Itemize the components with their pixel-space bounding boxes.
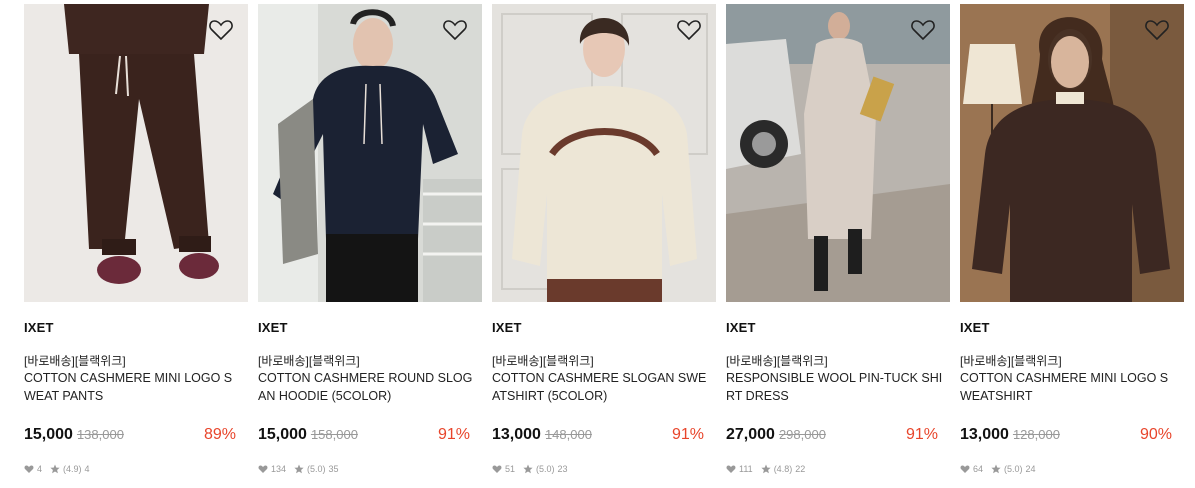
rating: (4.8) (773, 464, 793, 474)
price-row: 15,000 138,000 89% (24, 426, 236, 448)
product-image[interactable] (960, 4, 1184, 302)
review-count: 22 (795, 464, 806, 474)
sweatshirt-photo (492, 4, 716, 302)
heart-icon[interactable] (208, 18, 234, 42)
review-count: 35 (328, 464, 339, 474)
original-price: 298,000 (778, 427, 826, 442)
product-meta: 111 (4.8) 22 (726, 464, 805, 474)
star-icon (50, 464, 60, 474)
like-count: 51 (505, 464, 516, 474)
sale-price: 13,000 (492, 426, 541, 443)
product-meta: 4 (4.9) 4 (24, 464, 90, 474)
brand-name[interactable]: IXET (258, 320, 288, 335)
product-card[interactable]: IXET [바로배송][블랙위크] COTTON CASHMERE ROUND … (258, 4, 482, 484)
heart-icon[interactable] (442, 18, 468, 42)
product-name[interactable]: RESPONSIBLE WOOL PIN-TUCK SHIRT DRESS (726, 369, 944, 405)
like-count: 111 (739, 464, 753, 474)
product-card[interactable]: IXET [바로배송][블랙위크] COTTON CASHMERE MINI L… (960, 4, 1184, 484)
product-image[interactable] (24, 4, 248, 302)
product-image[interactable] (492, 4, 716, 302)
rating: (5.0) (307, 464, 326, 474)
discount-rate: 90% (1139, 426, 1172, 443)
discount-rate: 91% (905, 426, 938, 443)
review-count: 23 (557, 464, 568, 474)
like-count: 64 (973, 464, 984, 474)
sale-price: 13,000 (960, 426, 1009, 443)
like-count-icon (258, 465, 268, 473)
price-row: 27,000 298,000 91% (726, 426, 938, 448)
rating: (5.0) (536, 464, 555, 474)
promo-tag: [바로배송][블랙위크] (960, 354, 1062, 368)
promo-tag: [바로배송][블랙위크] (258, 354, 360, 368)
product-grid: IXET [바로배송][블랙위크] COTTON CASHMERE MINI L… (0, 0, 1195, 488)
product-card[interactable]: IXET [바로배송][블랙위크] COTTON CASHMERE SLOGAN… (492, 4, 716, 484)
rating: (5.0) (1004, 464, 1023, 474)
heart-icon[interactable] (1144, 18, 1170, 42)
heart-icon[interactable] (676, 18, 702, 42)
like-count-icon (726, 465, 736, 473)
sale-price: 27,000 (726, 426, 775, 443)
heart-icon[interactable] (910, 18, 936, 42)
review-count: 4 (84, 464, 90, 474)
product-meta: 134 (5.0) 35 (258, 464, 339, 474)
product-name[interactable]: COTTON CASHMERE ROUND SLOGAN HOODIE (5CO… (258, 369, 476, 405)
sweatshirt-brown-photo (960, 4, 1184, 302)
shirt-dress-photo (726, 4, 950, 302)
product-image[interactable] (726, 4, 950, 302)
product-meta: 64 (5.0) 24 (960, 464, 1036, 474)
star-icon (761, 464, 771, 474)
discount-rate: 89% (203, 426, 236, 443)
promo-tag: [바로배송][블랙위크] (726, 354, 828, 368)
original-price: 138,000 (76, 427, 124, 442)
product-name[interactable]: COTTON CASHMERE MINI LOGO SWEAT PANTS (24, 369, 242, 405)
promo-tag: [바로배송][블랙위크] (24, 354, 126, 368)
promo-tag: [바로배송][블랙위크] (492, 354, 594, 368)
original-price: 158,000 (310, 427, 358, 442)
sale-price: 15,000 (258, 426, 307, 443)
review-count: 24 (1025, 464, 1036, 474)
brand-name[interactable]: IXET (492, 320, 522, 335)
like-count: 4 (37, 464, 43, 474)
rating: (4.9) (63, 464, 82, 474)
product-name[interactable]: COTTON CASHMERE SLOGAN SWEATSHIRT (5COLO… (492, 369, 710, 405)
discount-rate: 91% (437, 426, 470, 443)
like-count-icon (492, 465, 502, 473)
product-meta: 51 (5.0) 23 (492, 464, 568, 474)
like-count-icon (24, 465, 34, 473)
brand-name[interactable]: IXET (726, 320, 756, 335)
product-image[interactable] (258, 4, 482, 302)
price-row: 13,000 128,000 90% (960, 426, 1172, 448)
brand-name[interactable]: IXET (24, 320, 54, 335)
discount-rate: 91% (671, 426, 704, 443)
product-name[interactable]: COTTON CASHMERE MINI LOGO SWEATSHIRT (960, 369, 1178, 405)
star-icon (991, 464, 1001, 474)
original-price: 148,000 (544, 427, 592, 442)
hoodie-photo (258, 4, 482, 302)
original-price: 128,000 (1012, 427, 1060, 442)
star-icon (523, 464, 533, 474)
brand-name[interactable]: IXET (960, 320, 990, 335)
sale-price: 15,000 (24, 426, 73, 443)
price-row: 13,000 148,000 91% (492, 426, 704, 448)
like-count-icon (960, 465, 970, 473)
sweat-pants-photo (24, 4, 248, 302)
product-card[interactable]: IXET [바로배송][블랙위크] COTTON CASHMERE MINI L… (24, 4, 248, 484)
price-row: 15,000 158,000 91% (258, 426, 470, 448)
star-icon (294, 464, 304, 474)
like-count: 134 (271, 464, 287, 474)
product-card[interactable]: IXET [바로배송][블랙위크] RESPONSIBLE WOOL PIN-T… (726, 4, 950, 484)
